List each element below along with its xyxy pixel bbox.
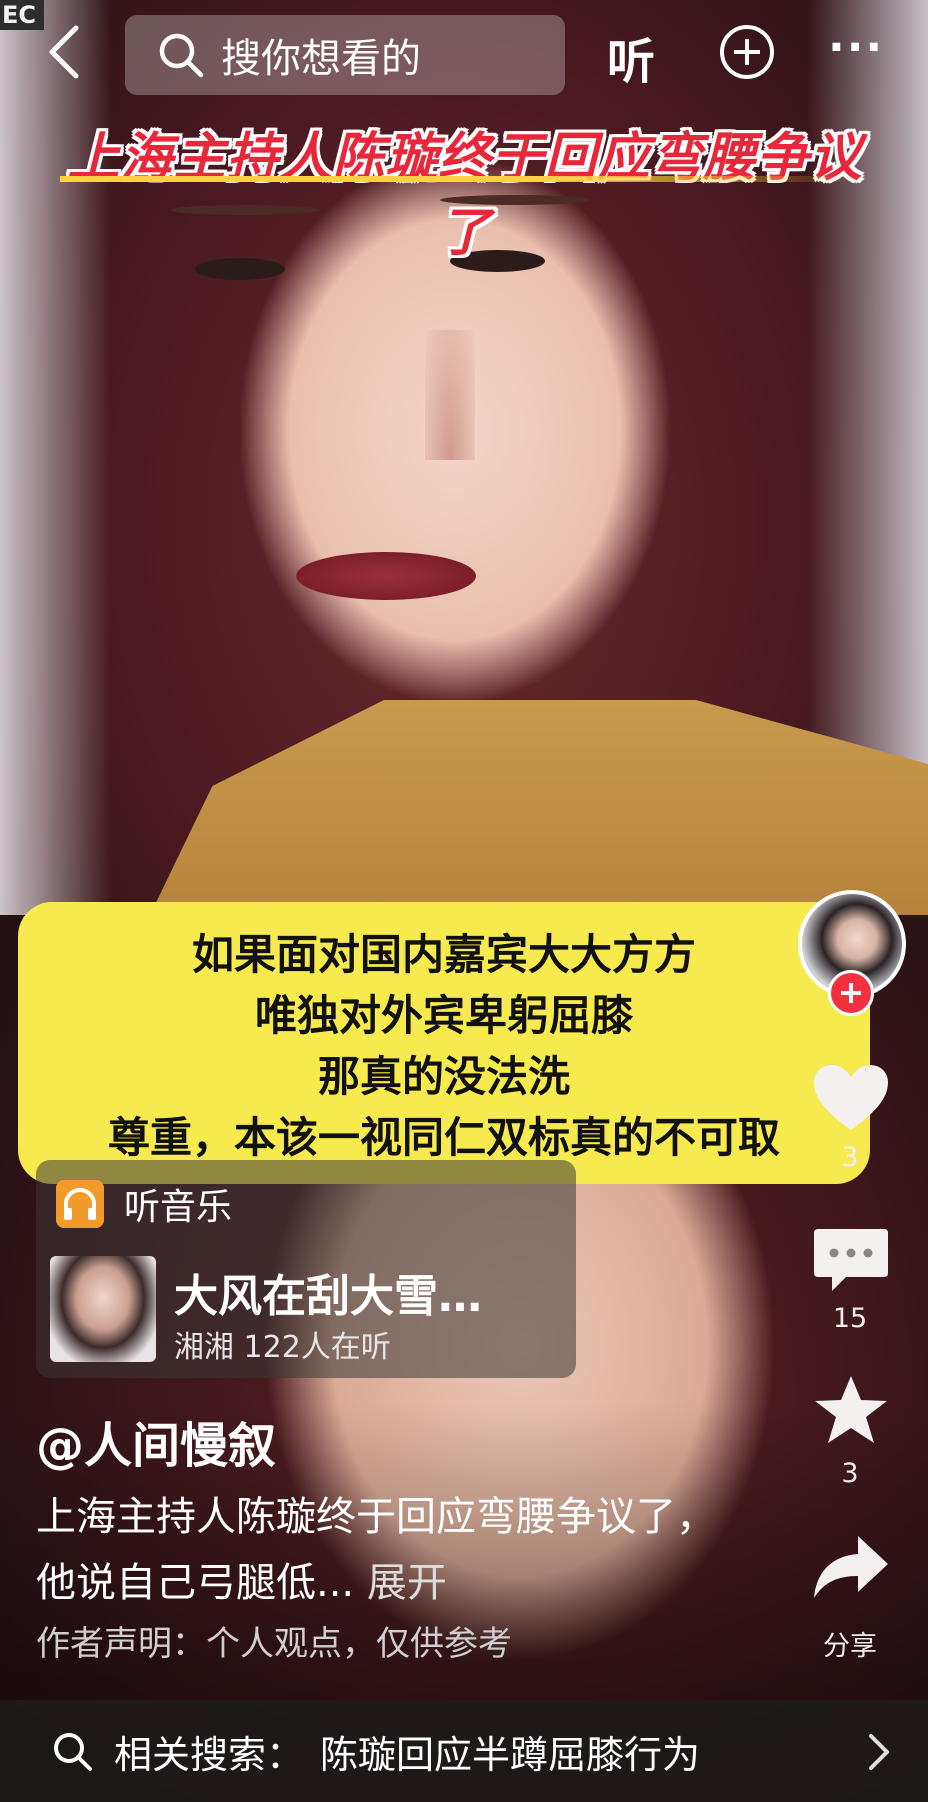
caption-line: 如果面对国内嘉宾大大方方 [191, 930, 696, 979]
headphones-icon [56, 1180, 104, 1228]
top-bar: EC 搜你想看的 听 ··· [0, 0, 928, 105]
video-caption: 如果面对国内嘉宾大大方方 唯独对外宾卑躬屈膝 那真的没法洗 尊重，本该一视同仁双… [18, 902, 870, 1184]
caption-line: 尊重，本该一视同仁双标真的不可取 [107, 1113, 780, 1162]
face-lips [296, 552, 476, 600]
heart-icon[interactable] [810, 1062, 892, 1134]
chevron-right-icon [869, 1734, 889, 1770]
music-header-label: 听音乐 [124, 1187, 233, 1228]
share-icon[interactable] [810, 1532, 892, 1604]
corner-tag: EC [0, 0, 44, 30]
plus-circle-icon[interactable] [720, 25, 774, 79]
face-eye-left [195, 258, 285, 280]
caption-line: 那真的没法洗 [317, 1052, 570, 1101]
music-header: 听音乐 [56, 1178, 232, 1230]
search-placeholder: 搜你想看的 [221, 36, 421, 82]
jacket [150, 700, 928, 915]
music-card[interactable]: 听音乐 大风在刮大雪… 湘湘 122人在听 [36, 1160, 576, 1378]
comment-icon[interactable] [810, 1225, 892, 1297]
related-search-query: 陈璇回应半蹲屈膝行为 [320, 1732, 701, 1777]
follow-button[interactable] [828, 970, 874, 1016]
favorite-count: 3 [841, 1458, 859, 1489]
author-name[interactable]: @人间慢叙 [36, 1406, 276, 1476]
related-search-bar[interactable]: 相关搜索： 陈璇回应半蹲屈膝行为 [0, 1700, 928, 1802]
post-description[interactable]: 上海主持人陈璇终于回应弯腰争议了，他说自己弓腿低... 展开 [36, 1484, 726, 1616]
expand-link[interactable]: 展开 [367, 1560, 447, 1606]
search-input[interactable]: 搜你想看的 [125, 15, 565, 95]
face-brow-left [170, 205, 320, 215]
back-button[interactable] [40, 22, 90, 82]
back-icon [49, 25, 79, 79]
like-count: 3 [841, 1142, 859, 1173]
share-label: 分享 [823, 1631, 877, 1662]
author-disclaimer: 作者声明：个人观点，仅供参考 [36, 1624, 512, 1664]
comment-count: 15 [832, 1303, 868, 1334]
search-icon [159, 33, 204, 78]
video-headline: 上海主持人陈璇终于回应弯腰争议了 [60, 115, 870, 263]
listen-button[interactable]: 听 [607, 22, 655, 92]
more-button[interactable]: ··· [828, 22, 884, 73]
music-cover-image [50, 1256, 156, 1362]
related-search-label: 相关搜索： [114, 1732, 305, 1777]
music-meta: 湘湘 122人在听 [174, 1330, 391, 1365]
face-nose [425, 330, 475, 460]
caption-line: 唯独对外宾卑躬屈膝 [254, 991, 633, 1040]
search-icon [54, 1733, 92, 1771]
music-title: 大风在刮大雪… [174, 1271, 482, 1322]
star-icon[interactable] [810, 1374, 892, 1446]
headline-underline [60, 176, 860, 182]
